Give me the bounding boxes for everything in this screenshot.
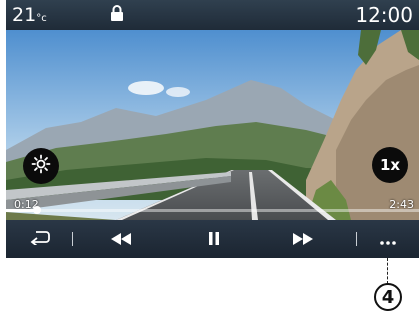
temperature-unit: °c (36, 13, 47, 24)
fast-forward-icon (293, 230, 313, 249)
callout-number: 4 (374, 283, 402, 311)
more-options-icon (380, 230, 396, 249)
rewind-icon (111, 230, 131, 249)
temperature-display: 21°c (12, 3, 47, 31)
rewind-button[interactable] (104, 224, 138, 254)
back-button[interactable] (24, 224, 56, 254)
fast-forward-button[interactable] (286, 224, 320, 254)
playback-control-bar (6, 220, 419, 258)
brightness-icon (31, 154, 51, 178)
callout-leader-line (387, 258, 389, 284)
temperature-value: 21 (12, 4, 37, 26)
clock: 12:00 (355, 3, 413, 27)
separator (356, 232, 357, 246)
back-icon (30, 229, 50, 249)
more-options-button[interactable] (372, 224, 404, 254)
progress-bar[interactable] (6, 206, 419, 214)
pause-button[interactable] (197, 224, 231, 254)
lock-icon (110, 5, 124, 26)
status-bar: 21°c 12:00 (6, 0, 419, 30)
pause-icon (209, 230, 219, 249)
video-frame[interactable] (6, 30, 419, 220)
playback-speed-button[interactable]: 1x (372, 147, 408, 183)
progress-handle[interactable] (32, 206, 41, 214)
media-player-screen: 21°c 12:00 1x 0:12 2:43 (6, 0, 419, 258)
brightness-button[interactable] (23, 148, 59, 184)
progress-fill (6, 209, 37, 212)
separator (72, 232, 73, 246)
progress-track (6, 209, 419, 212)
